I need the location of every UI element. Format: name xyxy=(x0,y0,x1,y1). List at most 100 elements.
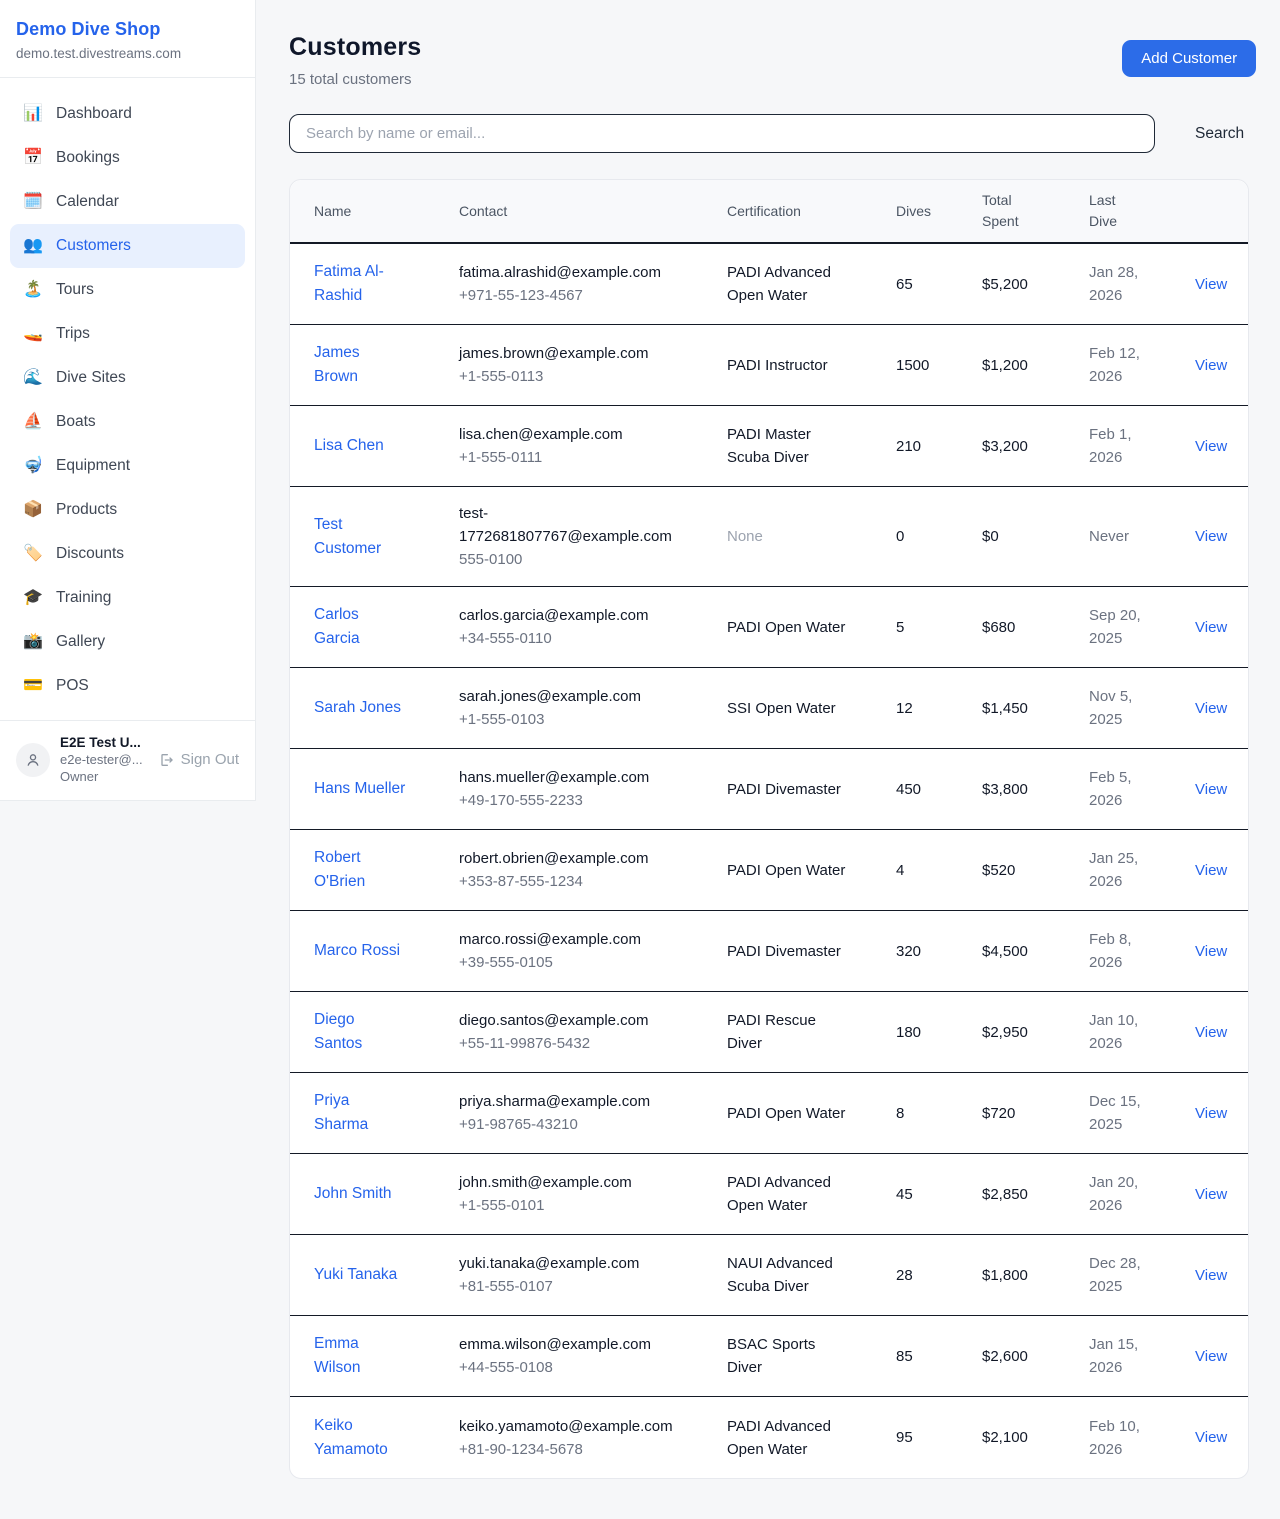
customer-dives: 1500 xyxy=(896,339,982,392)
view-link[interactable]: View xyxy=(1195,1348,1227,1365)
view-link[interactable]: View xyxy=(1195,1429,1227,1446)
customer-phone: +1-555-0103 xyxy=(459,708,711,731)
sidebar-item-customers[interactable]: 👥 Customers xyxy=(10,224,245,268)
customer-dives: 8 xyxy=(896,1087,982,1140)
column-header-lastdive: Last Dive xyxy=(1089,180,1195,242)
customer-name-link[interactable]: Robert O'Brien xyxy=(314,846,406,894)
column-header-cert: Certification xyxy=(727,191,896,232)
customer-total-spent: $3,800 xyxy=(982,763,1089,816)
customer-dives: 320 xyxy=(896,925,982,978)
sidebar-item-training[interactable]: 🎓 Training xyxy=(10,576,245,620)
dashboard-icon: 📊 xyxy=(23,106,43,122)
customer-name-link[interactable]: Emma Wilson xyxy=(314,1332,406,1380)
user-panel: E2E Test U... e2e-tester@... Owner Sign … xyxy=(0,720,255,800)
view-link[interactable]: View xyxy=(1195,1267,1227,1284)
customer-total-spent: $4,500 xyxy=(982,925,1089,978)
sign-out-button[interactable]: Sign Out xyxy=(158,751,239,768)
customer-name-link[interactable]: James Brown xyxy=(314,341,406,389)
search-input[interactable] xyxy=(289,114,1155,153)
view-link[interactable]: View xyxy=(1195,943,1227,960)
customer-last-dive: Nov 5, 2025 xyxy=(1089,685,1143,731)
customer-total-spent: $2,950 xyxy=(982,1006,1089,1059)
customer-phone: +39-555-0105 xyxy=(459,951,711,974)
sidebar-item-tours[interactable]: 🏝️ Tours xyxy=(10,268,245,312)
customer-name-link[interactable]: John Smith xyxy=(314,1182,392,1206)
view-link[interactable]: View xyxy=(1195,1186,1227,1203)
customer-name-link[interactable]: Carlos Garcia xyxy=(314,603,406,651)
table-row: John Smith john.smith@example.com +1-555… xyxy=(290,1154,1248,1235)
products-icon: 📦 xyxy=(23,502,43,518)
sidebar-item-gallery[interactable]: 📸 Gallery xyxy=(10,620,245,664)
customer-last-dive: Feb 5, 2026 xyxy=(1089,766,1143,812)
customer-name-link[interactable]: Hans Mueller xyxy=(314,777,405,801)
customer-certification: PADI Rescue Diver xyxy=(727,1009,847,1055)
customer-phone: +1-555-0113 xyxy=(459,365,711,388)
customer-last-dive: Feb 12, 2026 xyxy=(1089,342,1143,388)
user-email: e2e-tester@... xyxy=(60,751,143,768)
sidebar-item-boats[interactable]: ⛵ Boats xyxy=(10,400,245,444)
column-header-dives: Dives xyxy=(896,191,982,232)
user-icon xyxy=(24,751,42,769)
customer-phone: +353-87-555-1234 xyxy=(459,870,711,893)
training-icon: 🎓 xyxy=(23,590,43,606)
customer-name-link[interactable]: Yuki Tanaka xyxy=(314,1263,397,1287)
customer-certification: BSAC Sports Diver xyxy=(727,1333,847,1379)
sidebar: Demo Dive Shop demo.test.divestreams.com… xyxy=(0,0,256,801)
view-link[interactable]: View xyxy=(1195,1024,1227,1041)
sidebar-item-trips[interactable]: 🚤 Trips xyxy=(10,312,245,356)
table-row: Marco Rossi marco.rossi@example.com +39-… xyxy=(290,911,1248,992)
customer-name-link[interactable]: Lisa Chen xyxy=(314,434,384,458)
sidebar-item-equipment[interactable]: 🤿 Equipment xyxy=(10,444,245,488)
customer-dives: 210 xyxy=(896,420,982,473)
customer-email: john.smith@example.com xyxy=(459,1171,673,1194)
table-row: Yuki Tanaka yuki.tanaka@example.com +81-… xyxy=(290,1235,1248,1316)
customer-total-spent: $0 xyxy=(982,510,1089,563)
view-link[interactable]: View xyxy=(1195,700,1227,717)
customer-phone: +81-555-0107 xyxy=(459,1275,711,1298)
table-row: Emma Wilson emma.wilson@example.com +44-… xyxy=(290,1316,1248,1397)
sidebar-item-dashboard[interactable]: 📊 Dashboard xyxy=(10,92,245,136)
sidebar-item-pos[interactable]: 💳 POS xyxy=(10,664,245,708)
table-row: Keiko Yamamoto keiko.yamamoto@example.co… xyxy=(290,1397,1248,1478)
customer-phone: +1-555-0111 xyxy=(459,446,711,469)
customer-name-link[interactable]: Fatima Al-Rashid xyxy=(314,260,406,308)
customers-icon: 👥 xyxy=(23,238,43,254)
sidebar-item-calendar[interactable]: 🗓️ Calendar xyxy=(10,180,245,224)
customer-name-link[interactable]: Priya Sharma xyxy=(314,1089,406,1137)
customer-dives: 450 xyxy=(896,763,982,816)
search-button[interactable]: Search xyxy=(1183,117,1256,151)
add-customer-button[interactable]: Add Customer xyxy=(1122,40,1256,77)
customer-name-link[interactable]: Sarah Jones xyxy=(314,696,401,720)
view-link[interactable]: View xyxy=(1195,1105,1227,1122)
customer-name-link[interactable]: Test Customer xyxy=(314,513,406,561)
customer-total-spent: $2,100 xyxy=(982,1411,1089,1464)
customer-last-dive: Feb 1, 2026 xyxy=(1089,423,1143,469)
customer-email: emma.wilson@example.com xyxy=(459,1333,673,1356)
customer-certification: PADI Advanced Open Water xyxy=(727,261,847,307)
customer-name-link[interactable]: Keiko Yamamoto xyxy=(314,1414,406,1462)
sidebar-item-products[interactable]: 📦 Products xyxy=(10,488,245,532)
user-info: E2E Test U... e2e-tester@... Owner xyxy=(60,734,143,785)
view-link[interactable]: View xyxy=(1195,276,1227,293)
view-link[interactable]: View xyxy=(1195,528,1227,545)
sidebar-item-bookings[interactable]: 📅 Bookings xyxy=(10,136,245,180)
customer-certification: NAUI Advanced Scuba Diver xyxy=(727,1252,847,1298)
sidebar-item-discounts[interactable]: 🏷️ Discounts xyxy=(10,532,245,576)
view-link[interactable]: View xyxy=(1195,438,1227,455)
customer-name-link[interactable]: Diego Santos xyxy=(314,1008,406,1056)
sidebar-item-dive-sites[interactable]: 🌊 Dive Sites xyxy=(10,356,245,400)
bookings-icon: 📅 xyxy=(23,150,43,166)
customer-name-link[interactable]: Marco Rossi xyxy=(314,939,400,963)
view-link[interactable]: View xyxy=(1195,619,1227,636)
equipment-icon: 🤿 xyxy=(23,458,43,474)
view-link[interactable]: View xyxy=(1195,357,1227,374)
customer-certification: PADI Instructor xyxy=(727,354,828,377)
gallery-icon: 📸 xyxy=(23,634,43,650)
table-row: Carlos Garcia carlos.garcia@example.com … xyxy=(290,587,1248,668)
customer-certification: PADI Advanced Open Water xyxy=(727,1171,847,1217)
customer-email: lisa.chen@example.com xyxy=(459,423,673,446)
customer-dives: 45 xyxy=(896,1168,982,1221)
view-link[interactable]: View xyxy=(1195,781,1227,798)
view-link[interactable]: View xyxy=(1195,862,1227,879)
table-body: Fatima Al-Rashid fatima.alrashid@example… xyxy=(290,244,1248,1478)
